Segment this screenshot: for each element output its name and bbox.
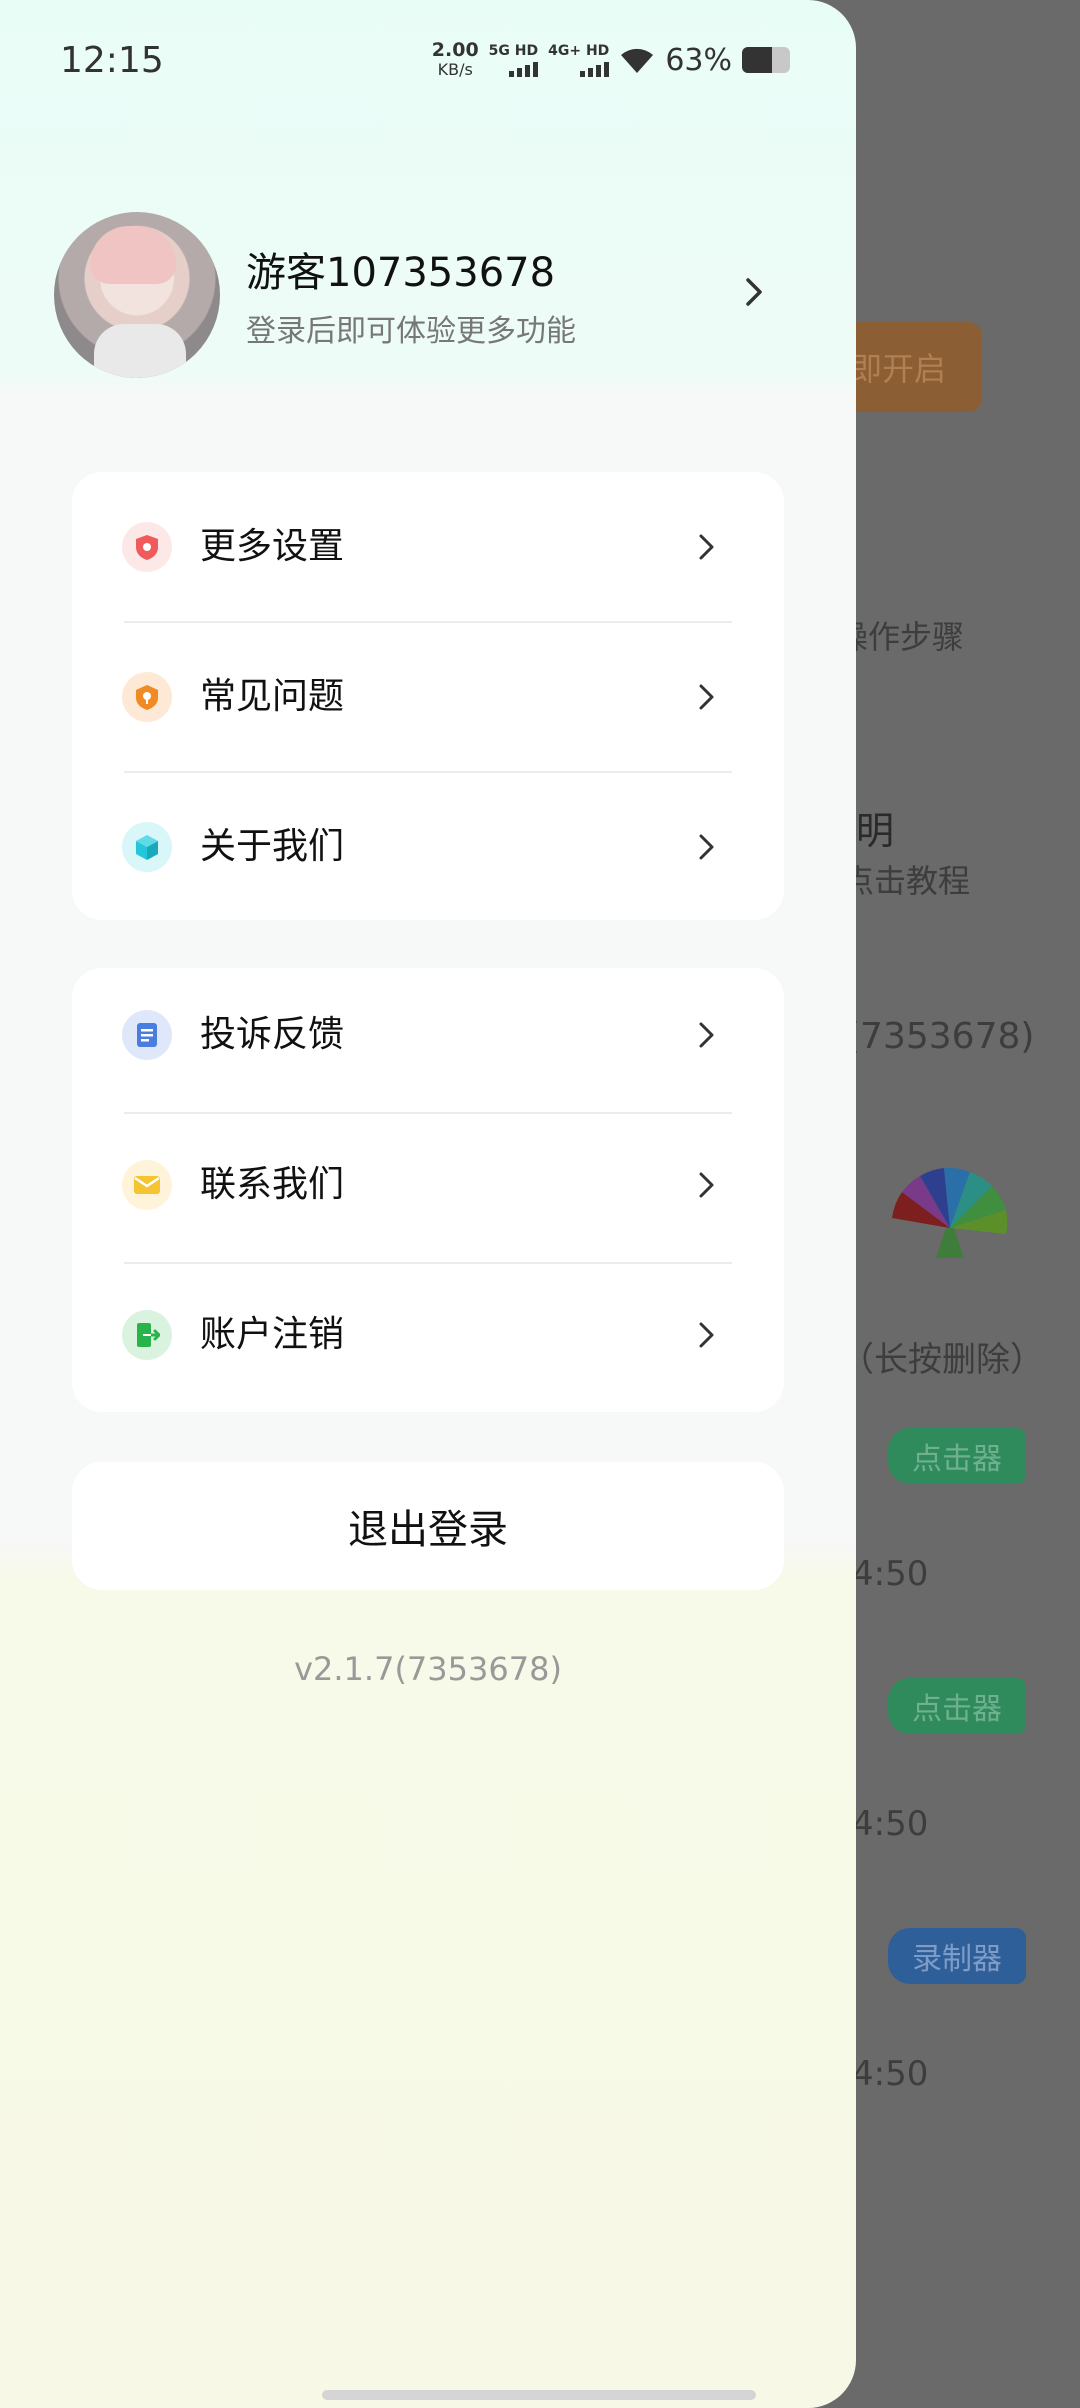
wifi-icon xyxy=(621,48,654,73)
menu-item-delete-account[interactable]: 账户注销 xyxy=(72,1260,784,1410)
menu-item-feedback[interactable]: 投诉反馈 xyxy=(72,960,784,1110)
bg-time-3: 4:50 xyxy=(852,2054,929,2094)
chevron-right-icon[interactable] xyxy=(734,272,774,312)
bg-time-2: 4:50 xyxy=(852,1804,929,1844)
chevron-right-icon xyxy=(699,1172,714,1198)
question-shield-icon xyxy=(122,672,172,722)
bg-version-text: (7353678) xyxy=(846,1016,1035,1057)
menu-item-more-settings[interactable]: 更多设置 xyxy=(72,472,784,622)
mail-icon xyxy=(122,1160,172,1210)
menu-item-faq[interactable]: 常见问题 xyxy=(72,622,784,772)
bg-tag-recorder: 录制器 xyxy=(888,1928,1026,1984)
menu-card-account: 投诉反馈 联系我们 账户注销 xyxy=(72,968,784,1412)
menu-card-settings: 更多设置 常见问题 关于我们 xyxy=(72,472,784,920)
home-indicator[interactable] xyxy=(322,2390,756,2400)
chevron-right-icon xyxy=(699,1322,714,1348)
bg-tag-clicker-2: 点击器 xyxy=(888,1678,1026,1734)
bg-list-header: （长按删除） xyxy=(840,1340,1044,1380)
avatar[interactable] xyxy=(54,212,220,378)
menu-item-label: 投诉反馈 xyxy=(200,1014,345,1055)
battery-icon xyxy=(742,47,790,73)
status-time: 12:15 xyxy=(60,40,164,81)
signal-sim1-icon: 5G HD xyxy=(488,43,539,77)
net-speed-value: 2.00 xyxy=(431,39,479,61)
menu-item-label: 常见问题 xyxy=(200,676,345,717)
cube-icon xyxy=(122,822,172,872)
chevron-right-icon xyxy=(699,834,714,860)
menu-item-contact-us[interactable]: 联系我们 xyxy=(72,1110,784,1260)
bg-time-1: 4:50 xyxy=(852,1554,929,1594)
side-drawer: 12:15 2.00 KB/s 5G HD 4G+ HD 63% 游客10735… xyxy=(0,0,856,2408)
bg-tutorial-text: 点击教程 xyxy=(842,862,971,900)
chevron-right-icon xyxy=(699,684,714,710)
exit-door-icon xyxy=(122,1310,172,1360)
document-icon xyxy=(122,1010,172,1060)
battery-percent: 63% xyxy=(665,42,732,78)
username: 游客107353678 xyxy=(246,250,556,296)
sim2-label: 4G+ HD xyxy=(548,43,610,59)
sim1-label: 5G HD xyxy=(488,43,539,59)
net-speed-unit: KB/s xyxy=(437,60,473,79)
chevron-right-icon xyxy=(699,534,714,560)
menu-item-label: 更多设置 xyxy=(200,526,345,567)
signal-sim2-icon: 4G+ HD xyxy=(548,43,610,77)
status-bar: 12:15 2.00 KB/s 5G HD 4G+ HD 63% xyxy=(0,0,856,128)
menu-item-about-us[interactable]: 关于我们 xyxy=(72,772,784,922)
bg-fan-logo xyxy=(892,1167,1008,1258)
bg-heading: 明 xyxy=(856,809,895,853)
bg-tag-clicker-1: 点击器 xyxy=(888,1428,1026,1484)
net-speed: 2.00 KB/s xyxy=(432,40,479,80)
app-version: v2.1.7(7353678) xyxy=(294,1650,562,1688)
chevron-right-icon xyxy=(699,1022,714,1048)
menu-item-label: 账户注销 xyxy=(200,1314,345,1355)
profile-header[interactable]: 游客107353678 登录后即可体验更多功能 xyxy=(54,212,762,378)
menu-item-label: 联系我们 xyxy=(200,1164,345,1205)
menu-item-label: 关于我们 xyxy=(200,826,345,867)
shield-settings-icon xyxy=(122,522,172,572)
login-hint: 登录后即可体验更多功能 xyxy=(246,314,576,349)
logout-button[interactable]: 退出登录 xyxy=(72,1462,784,1590)
